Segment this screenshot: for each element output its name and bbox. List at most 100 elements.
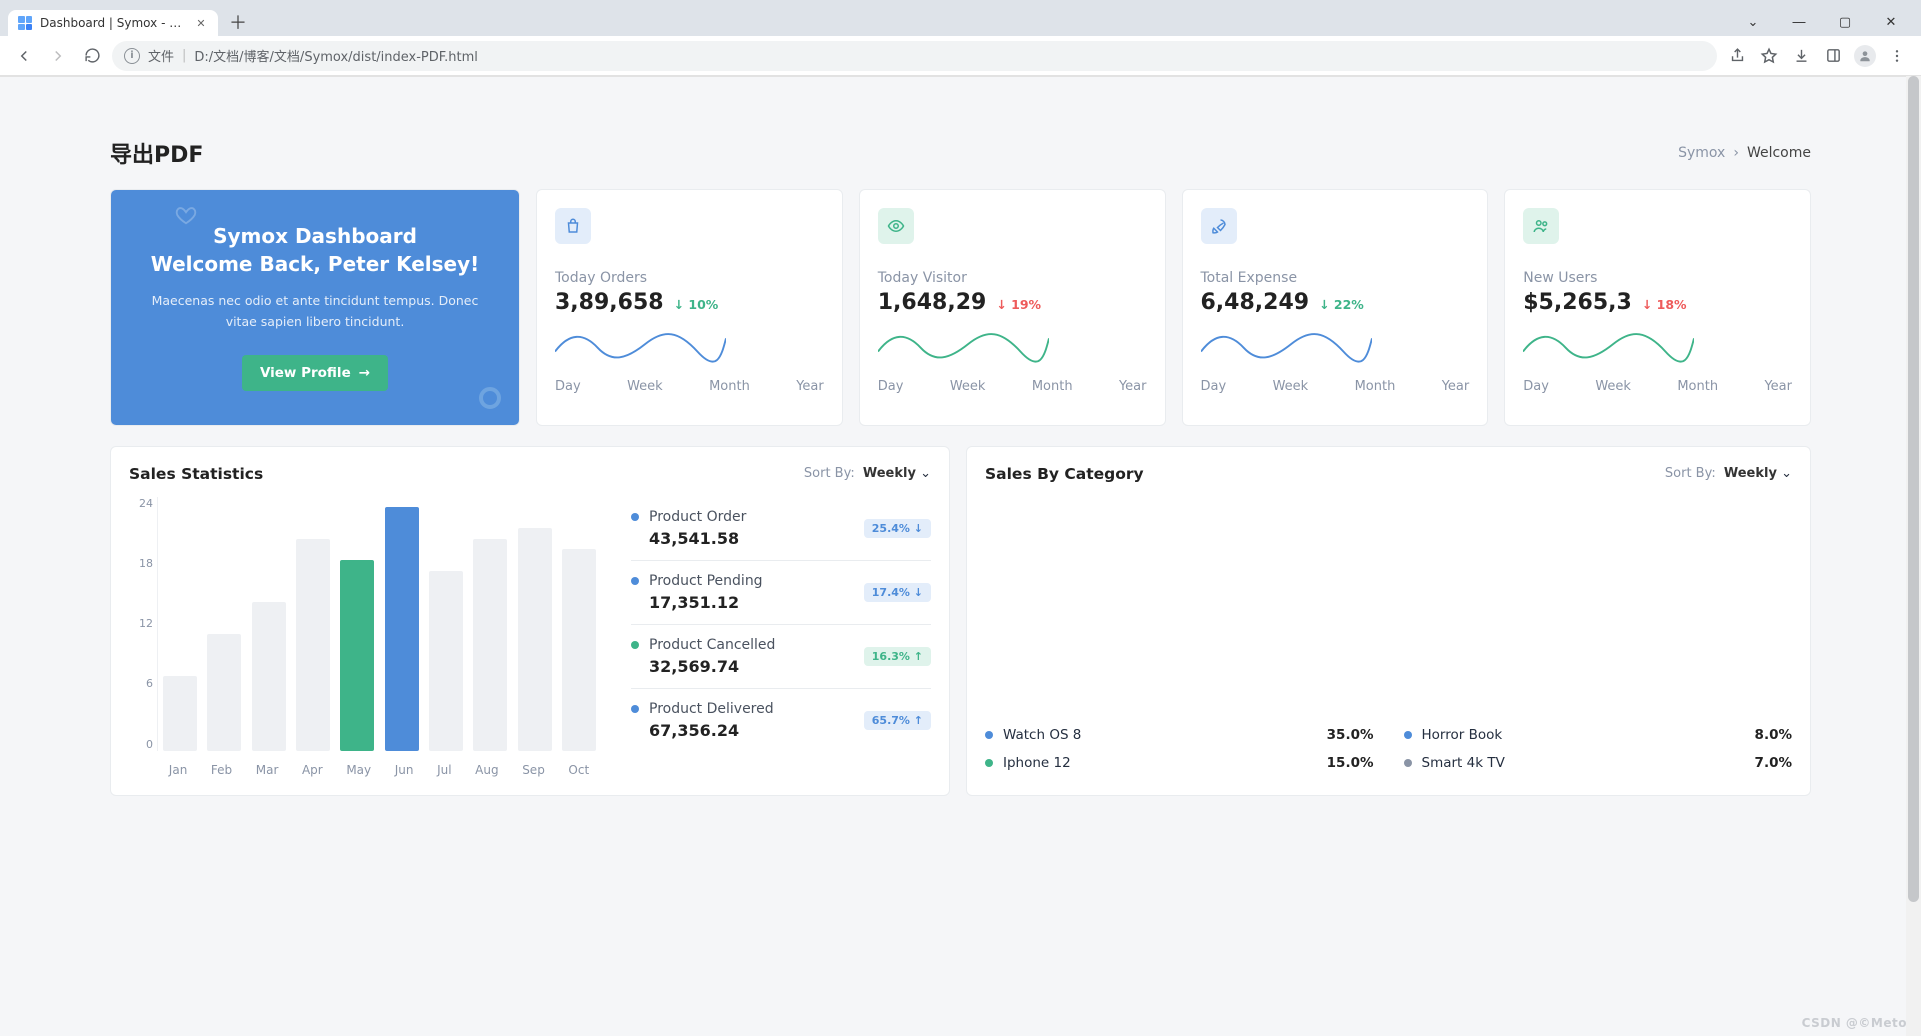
stat-tab[interactable]: Week — [1273, 379, 1309, 394]
chevron-down-icon: ⌄ — [920, 466, 931, 481]
category-row: Horror Book 8.0% — [1404, 721, 1793, 749]
stat-card: Total Expense 6,48,249↓ 22% DayWeekMonth… — [1182, 189, 1489, 426]
stat-delta: ↓ 18% — [1642, 297, 1687, 312]
welcome-card: Symox Dashboard Welcome Back, Peter Kels… — [110, 189, 520, 426]
metric-label: Product Delivered — [649, 701, 774, 717]
bag-icon — [555, 208, 591, 244]
stat-tab[interactable]: Month — [1355, 379, 1396, 394]
metric-value: 17,351.12 — [649, 593, 763, 612]
bar — [562, 549, 596, 750]
stat-tab[interactable]: Year — [1764, 379, 1792, 394]
stat-tab[interactable]: Day — [555, 379, 581, 394]
browser-tab[interactable]: Dashboard | Symox - Admin & ✕ — [8, 10, 218, 36]
metric-row: Product Pending 17,351.12 17.4% ↓ — [631, 561, 931, 625]
stat-tab[interactable]: Year — [1442, 379, 1470, 394]
kebab-menu-icon[interactable] — [1883, 42, 1911, 70]
metric-row: Product Delivered 67,356.24 65.7% ↑ — [631, 689, 931, 752]
sort-dropdown[interactable]: Sort By: Weekly ⌄ — [1665, 466, 1792, 481]
profile-avatar[interactable] — [1851, 42, 1879, 70]
bar — [340, 560, 374, 751]
bar — [518, 528, 552, 750]
close-window-icon[interactable]: ✕ — [1873, 8, 1909, 36]
bookmark-star-icon[interactable] — [1755, 42, 1783, 70]
stat-tab[interactable]: Week — [950, 379, 986, 394]
category-row: Watch OS 8 35.0% — [985, 721, 1374, 749]
url-scheme: 文件 — [148, 46, 174, 65]
chevron-down-icon[interactable]: ⌄ — [1735, 8, 1771, 36]
rocket-icon — [1201, 208, 1237, 244]
share-icon[interactable] — [1723, 42, 1751, 70]
dot-icon — [985, 759, 993, 767]
card-title: Sales Statistics — [129, 465, 263, 483]
stat-tab[interactable]: Month — [1677, 379, 1718, 394]
metric-label: Product Pending — [649, 573, 763, 589]
category-pct: 7.0% — [1755, 755, 1792, 771]
stat-value: 3,89,658 — [555, 290, 664, 315]
category-legend: Watch OS 8 35.0% Horror Book 8.0% Iphone… — [985, 721, 1792, 777]
category-label: Horror Book — [1422, 727, 1503, 743]
stat-tab[interactable]: Month — [709, 379, 750, 394]
metric-badge: 17.4% ↓ — [864, 583, 931, 602]
stat-label: New Users — [1523, 270, 1792, 286]
metric-list: Product Order 43,541.58 25.4% ↓ Product … — [631, 497, 931, 777]
stat-tab[interactable]: Week — [627, 379, 663, 394]
stat-label: Total Expense — [1201, 270, 1470, 286]
minimize-icon[interactable]: ― — [1781, 8, 1817, 36]
category-row: Iphone 12 15.0% — [985, 749, 1374, 777]
address-bar[interactable]: i 文件 | D:/文档/博客/文档/Symox/dist/index-PDF.… — [112, 41, 1717, 71]
stat-card: New Users $5,265,3↓ 18% DayWeekMonthYear — [1504, 189, 1811, 426]
metric-value: 32,569.74 — [649, 657, 775, 676]
bar — [429, 571, 463, 751]
stat-tab[interactable]: Month — [1032, 379, 1073, 394]
stat-tab[interactable]: Year — [796, 379, 824, 394]
welcome-title-1: Symox Dashboard — [135, 224, 495, 248]
welcome-title-2: Welcome Back, Peter Kelsey! — [135, 252, 495, 276]
info-icon: i — [124, 48, 140, 64]
bar — [207, 634, 241, 750]
stat-value: 6,48,249 — [1201, 290, 1310, 315]
download-icon[interactable] — [1787, 42, 1815, 70]
page-title: 导出PDF — [110, 137, 203, 169]
reload-button[interactable] — [78, 42, 106, 70]
dot-icon — [631, 641, 639, 649]
stat-tab[interactable]: Week — [1595, 379, 1631, 394]
maximize-icon[interactable]: ▢ — [1827, 8, 1863, 36]
url-text: D:/文档/博客/文档/Symox/dist/index-PDF.html — [194, 46, 478, 65]
scrollbar-thumb[interactable] — [1908, 76, 1919, 902]
back-button[interactable] — [10, 42, 38, 70]
category-label: Watch OS 8 — [1003, 727, 1081, 743]
watermark: CSDN @©Meto — [1802, 1016, 1907, 1030]
new-tab-button[interactable]: ＋ — [224, 8, 252, 36]
sort-dropdown[interactable]: Sort By: Weekly ⌄ — [804, 466, 931, 481]
bar — [163, 676, 197, 750]
dot-icon — [1404, 731, 1412, 739]
arrow-right-icon: → — [359, 365, 370, 381]
stat-value: 1,648,29 — [878, 290, 987, 315]
stat-tab[interactable]: Day — [1523, 379, 1549, 394]
scrollbar[interactable] — [1906, 76, 1921, 1036]
users-icon — [1523, 208, 1559, 244]
metric-row: Product Cancelled 32,569.74 16.3% ↑ — [631, 625, 931, 689]
metric-value: 43,541.58 — [649, 529, 746, 548]
category-row: Smart 4k TV 7.0% — [1404, 749, 1793, 777]
dot-icon — [631, 705, 639, 713]
browser-chrome: Dashboard | Symox - Admin & ✕ ＋ ⌄ ― ▢ ✕ … — [0, 0, 1921, 77]
category-pct: 35.0% — [1327, 727, 1374, 743]
stat-tab[interactable]: Day — [878, 379, 904, 394]
metric-row: Product Order 43,541.58 25.4% ↓ — [631, 497, 931, 561]
breadcrumb-root[interactable]: Symox — [1678, 145, 1725, 161]
forward-button[interactable] — [44, 42, 72, 70]
stat-delta: ↓ 19% — [996, 297, 1041, 312]
stat-tab[interactable]: Day — [1201, 379, 1227, 394]
heart-icon — [175, 204, 197, 226]
view-profile-button[interactable]: View Profile → — [242, 355, 388, 391]
panel-icon[interactable] — [1819, 42, 1847, 70]
stat-tab[interactable]: Year — [1119, 379, 1147, 394]
close-tab-icon[interactable]: ✕ — [194, 16, 208, 30]
stat-card: Today Orders 3,89,658↓ 10% DayWeekMonthY… — [536, 189, 843, 426]
bar — [296, 539, 330, 751]
chevron-down-icon: ⌄ — [1781, 466, 1792, 481]
sales-category-card: Sales By Category Sort By: Weekly ⌄ Watc… — [966, 446, 1811, 796]
stat-label: Today Orders — [555, 270, 824, 286]
category-pct: 8.0% — [1755, 727, 1792, 743]
